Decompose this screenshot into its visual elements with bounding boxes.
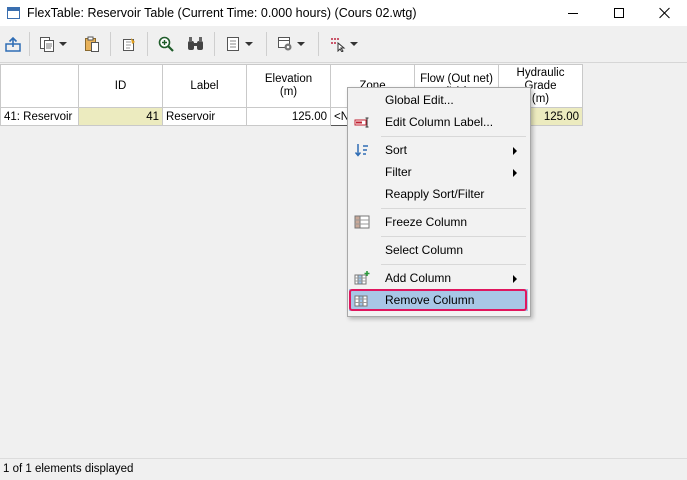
maximize-icon xyxy=(614,8,624,18)
report-dropdown-icon[interactable] xyxy=(245,42,253,46)
add-column-icon xyxy=(354,271,370,285)
report-button[interactable] xyxy=(225,33,253,55)
column-header-elevation[interactable]: Elevation (m) xyxy=(246,64,331,108)
freeze-column-icon xyxy=(354,215,370,229)
menu-item-label: Reapply Sort/Filter xyxy=(385,187,485,201)
zoom-icon xyxy=(158,36,174,52)
column-header-id[interactable]: ID xyxy=(78,64,163,108)
edit-label-icon xyxy=(354,117,369,128)
status-bar: 1 of 1 elements displayed xyxy=(0,458,687,480)
toolbar-separator xyxy=(214,32,215,56)
export-button[interactable] xyxy=(5,33,21,55)
menu-item-label: Select Column xyxy=(385,243,464,257)
options-dropdown-icon[interactable] xyxy=(297,42,305,46)
column-header-label[interactable]: Label xyxy=(162,64,247,108)
menu-item-label: Filter xyxy=(385,165,412,179)
copy-dropdown-icon[interactable] xyxy=(59,42,67,46)
status-text: 1 of 1 elements displayed xyxy=(3,463,134,475)
window-title: FlexTable: Reservoir Table (Current Time… xyxy=(27,6,417,20)
submenu-arrow-icon xyxy=(513,169,517,177)
menu-separator xyxy=(381,208,526,209)
options-button[interactable] xyxy=(277,33,305,55)
close-button[interactable] xyxy=(642,0,687,26)
table-app-icon xyxy=(7,7,20,19)
toolbar-separator xyxy=(318,32,319,56)
menu-item-label: Remove Column xyxy=(385,293,475,307)
column-header-rowhdr[interactable] xyxy=(0,64,79,108)
paste-icon xyxy=(85,36,99,52)
paste-button[interactable] xyxy=(84,33,100,55)
menu-item-edit-column-label[interactable]: Edit Column Label... xyxy=(349,111,528,133)
toolbar-separator xyxy=(29,32,30,56)
remove-column-icon xyxy=(354,295,368,307)
minimize-icon xyxy=(568,12,578,14)
row-header[interactable]: 41: Reservoir xyxy=(0,107,79,126)
cell-label[interactable]: Reservoir xyxy=(162,107,247,126)
menu-item-label: Freeze Column xyxy=(385,215,468,229)
menu-item-add-column[interactable]: Add Column xyxy=(349,267,528,289)
filter-icon xyxy=(331,38,346,52)
maximize-button[interactable] xyxy=(596,0,642,26)
menu-item-label: Edit Column Label... xyxy=(385,115,494,129)
menu-item-freeze-column[interactable]: Freeze Column xyxy=(349,211,528,233)
toolbar xyxy=(0,26,687,63)
cell-id[interactable]: 41 xyxy=(78,107,163,126)
sort-icon xyxy=(354,144,368,157)
flextable-grid: ID Label Elevation (m) Zone Flow (Out ne… xyxy=(0,64,687,458)
cell-elevation[interactable]: 125.00 xyxy=(246,107,331,126)
minimize-button[interactable] xyxy=(550,0,596,26)
edit-icon xyxy=(123,38,135,51)
submenu-arrow-icon xyxy=(513,275,517,283)
menu-separator xyxy=(381,264,526,265)
filter-dropdown-icon[interactable] xyxy=(350,42,358,46)
submenu-arrow-icon xyxy=(513,147,517,155)
find-icon xyxy=(188,37,203,50)
filter-button[interactable] xyxy=(330,33,358,55)
options-icon xyxy=(278,37,292,51)
menu-item-remove-column[interactable]: Remove Column xyxy=(349,289,528,311)
menu-item-label: Sort xyxy=(385,143,408,157)
close-icon xyxy=(659,7,671,19)
copy-icon xyxy=(40,37,54,52)
report-icon xyxy=(227,37,239,51)
menu-item-label: Add Column xyxy=(385,271,452,285)
menu-item-select-column[interactable]: Select Column xyxy=(349,239,528,261)
toolbar-separator xyxy=(266,32,267,56)
title-bar: FlexTable: Reservoir Table (Current Time… xyxy=(0,0,687,26)
menu-item-reapply-sort-filter[interactable]: Reapply Sort/Filter xyxy=(349,183,528,205)
zoom-button[interactable] xyxy=(158,33,174,55)
menu-item-filter[interactable]: Filter xyxy=(349,161,528,183)
menu-separator xyxy=(381,236,526,237)
copy-button[interactable] xyxy=(39,33,67,55)
menu-item-global-edit[interactable]: Global Edit... xyxy=(349,89,528,111)
export-icon xyxy=(5,36,21,52)
find-button[interactable] xyxy=(187,33,204,55)
toolbar-separator xyxy=(147,32,148,56)
menu-item-sort[interactable]: Sort xyxy=(349,139,528,161)
edit-button[interactable] xyxy=(121,33,137,55)
menu-separator xyxy=(381,136,526,137)
toolbar-separator xyxy=(110,32,111,56)
menu-item-label: Global Edit... xyxy=(385,93,454,107)
column-context-menu: Global Edit... Edit Column Label... Sort… xyxy=(347,87,531,317)
